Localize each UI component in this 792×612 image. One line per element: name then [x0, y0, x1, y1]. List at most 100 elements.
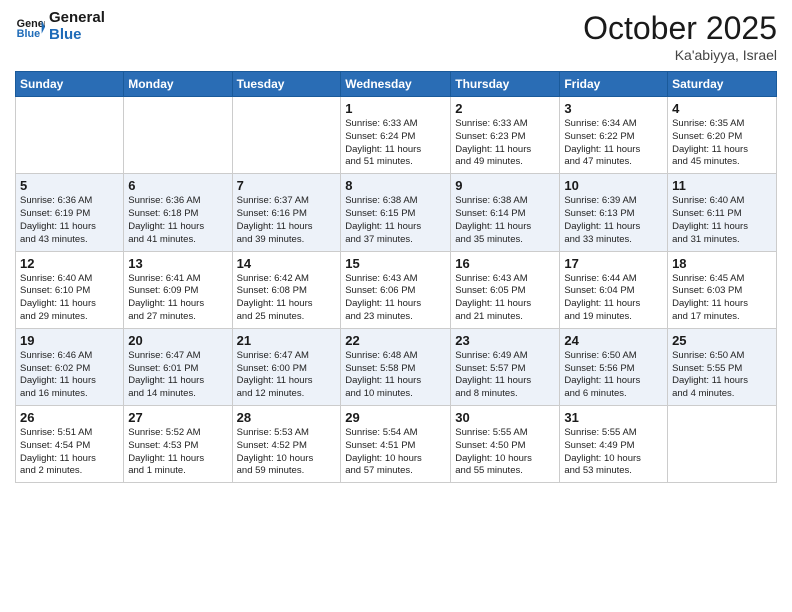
day-info: Sunrise: 6:37 AM Sunset: 6:16 PM Dayligh…	[237, 195, 337, 246]
day-number: 4	[672, 101, 772, 116]
day-number: 18	[672, 256, 772, 271]
day-info: Sunrise: 6:38 AM Sunset: 6:15 PM Dayligh…	[345, 195, 446, 246]
table-row: 30 Sunrise: 5:55 AM Sunset: 4:50 PM Dayli…	[451, 406, 560, 483]
day-number: 17	[564, 256, 663, 271]
table-row: 29 Sunrise: 5:54 AM Sunset: 4:51 PM Dayli…	[341, 406, 451, 483]
page-header: General Blue General Blue October 2025 K…	[15, 10, 777, 63]
day-info: Sunrise: 6:35 AM Sunset: 6:20 PM Dayligh…	[672, 118, 772, 169]
day-number: 25	[672, 333, 772, 348]
table-row: 16 Sunrise: 6:43 AM Sunset: 6:05 PM Dayli…	[451, 251, 560, 328]
table-row: 28 Sunrise: 5:53 AM Sunset: 4:52 PM Dayli…	[232, 406, 341, 483]
calendar-header-monday: Monday	[124, 72, 232, 97]
logo-icon: General Blue	[15, 12, 45, 42]
month-title: October 2025	[583, 10, 777, 47]
table-row: 12 Sunrise: 6:40 AM Sunset: 6:10 PM Dayli…	[16, 251, 124, 328]
calendar-header-saturday: Saturday	[668, 72, 777, 97]
calendar-header-friday: Friday	[560, 72, 668, 97]
table-row: 22 Sunrise: 6:48 AM Sunset: 5:58 PM Dayli…	[341, 328, 451, 405]
table-row: 4 Sunrise: 6:35 AM Sunset: 6:20 PM Daylig…	[668, 97, 777, 174]
day-info: Sunrise: 5:52 AM Sunset: 4:53 PM Dayligh…	[128, 427, 227, 478]
day-number: 16	[455, 256, 555, 271]
table-row: 14 Sunrise: 6:42 AM Sunset: 6:08 PM Dayli…	[232, 251, 341, 328]
table-row: 7 Sunrise: 6:37 AM Sunset: 6:16 PM Daylig…	[232, 174, 341, 251]
title-block: October 2025 Ka'abiyya, Israel	[583, 10, 777, 63]
table-row: 13Sunrise: 6:41 AM Sunset: 6:09 PM Dayli…	[124, 251, 232, 328]
day-number: 21	[237, 333, 337, 348]
day-info: Sunrise: 6:42 AM Sunset: 6:08 PM Dayligh…	[237, 273, 337, 324]
table-row: 15 Sunrise: 6:43 AM Sunset: 6:06 PM Dayli…	[341, 251, 451, 328]
day-number: 2	[455, 101, 555, 116]
day-info: Sunrise: 6:45 AM Sunset: 6:03 PM Dayligh…	[672, 273, 772, 324]
calendar-header-tuesday: Tuesday	[232, 72, 341, 97]
day-info: Sunrise: 6:40 AM Sunset: 6:10 PM Dayligh…	[20, 273, 119, 324]
calendar-header-wednesday: Wednesday	[341, 72, 451, 97]
table-row: 18 Sunrise: 6:45 AM Sunset: 6:03 PM Dayli…	[668, 251, 777, 328]
table-row: 31 Sunrise: 5:55 AM Sunset: 4:49 PM Dayli…	[560, 406, 668, 483]
day-info: Sunrise: 6:47 AM Sunset: 6:00 PM Dayligh…	[237, 350, 337, 401]
day-number: 11	[672, 178, 772, 193]
day-info: Sunrise: 6:36 AM Sunset: 6:19 PM Dayligh…	[20, 195, 119, 246]
calendar-week-row: 19 Sunrise: 6:46 AM Sunset: 6:02 PM Dayli…	[16, 328, 777, 405]
day-number: 14	[237, 256, 337, 271]
day-info: Sunrise: 6:38 AM Sunset: 6:14 PM Dayligh…	[455, 195, 555, 246]
day-info: Sunrise: 5:53 AM Sunset: 4:52 PM Dayligh…	[237, 427, 337, 478]
table-row: 17 Sunrise: 6:44 AM Sunset: 6:04 PM Dayli…	[560, 251, 668, 328]
day-number: 26	[20, 410, 119, 425]
day-info: Sunrise: 6:43 AM Sunset: 6:05 PM Dayligh…	[455, 273, 555, 324]
table-row: 25Sunrise: 6:50 AM Sunset: 5:55 PM Dayli…	[668, 328, 777, 405]
day-info: Sunrise: 5:54 AM Sunset: 4:51 PM Dayligh…	[345, 427, 446, 478]
day-number: 29	[345, 410, 446, 425]
calendar-table: SundayMondayTuesdayWednesdayThursdayFrid…	[15, 71, 777, 483]
table-row: 10 Sunrise: 6:39 AM Sunset: 6:13 PM Dayli…	[560, 174, 668, 251]
day-number: 19	[20, 333, 119, 348]
day-number: 6	[128, 178, 227, 193]
day-info: Sunrise: 6:40 AM Sunset: 6:11 PM Dayligh…	[672, 195, 772, 246]
table-row: 3 Sunrise: 6:34 AM Sunset: 6:22 PM Daylig…	[560, 97, 668, 174]
day-info: Sunrise: 6:39 AM Sunset: 6:13 PM Dayligh…	[564, 195, 663, 246]
day-number: 10	[564, 178, 663, 193]
day-number: 8	[345, 178, 446, 193]
day-number: 31	[564, 410, 663, 425]
table-row	[668, 406, 777, 483]
day-number: 7	[237, 178, 337, 193]
table-row	[16, 97, 124, 174]
table-row: 5Sunrise: 6:36 AM Sunset: 6:19 PM Daylig…	[16, 174, 124, 251]
calendar-header-thursday: Thursday	[451, 72, 560, 97]
day-info: Sunrise: 6:46 AM Sunset: 6:02 PM Dayligh…	[20, 350, 119, 401]
day-info: Sunrise: 6:48 AM Sunset: 5:58 PM Dayligh…	[345, 350, 446, 401]
location-subtitle: Ka'abiyya, Israel	[583, 47, 777, 63]
day-info: Sunrise: 6:50 AM Sunset: 5:56 PM Dayligh…	[564, 350, 663, 401]
day-number: 24	[564, 333, 663, 348]
day-number: 20	[128, 333, 227, 348]
day-number: 22	[345, 333, 446, 348]
day-info: Sunrise: 5:55 AM Sunset: 4:49 PM Dayligh…	[564, 427, 663, 478]
day-number: 28	[237, 410, 337, 425]
table-row: 9Sunrise: 6:38 AM Sunset: 6:14 PM Daylig…	[451, 174, 560, 251]
day-info: Sunrise: 5:55 AM Sunset: 4:50 PM Dayligh…	[455, 427, 555, 478]
logo: General Blue General Blue	[15, 10, 105, 43]
day-info: Sunrise: 6:36 AM Sunset: 6:18 PM Dayligh…	[128, 195, 227, 246]
day-number: 15	[345, 256, 446, 271]
table-row	[124, 97, 232, 174]
table-row: 1 Sunrise: 6:33 AM Sunset: 6:24 PM Daylig…	[341, 97, 451, 174]
day-info: Sunrise: 6:34 AM Sunset: 6:22 PM Dayligh…	[564, 118, 663, 169]
day-info: Sunrise: 6:47 AM Sunset: 6:01 PM Dayligh…	[128, 350, 227, 401]
day-number: 12	[20, 256, 119, 271]
table-row: 11 Sunrise: 6:40 AM Sunset: 6:11 PM Dayli…	[668, 174, 777, 251]
day-info: Sunrise: 6:43 AM Sunset: 6:06 PM Dayligh…	[345, 273, 446, 324]
table-row	[232, 97, 341, 174]
table-row: 24 Sunrise: 6:50 AM Sunset: 5:56 PM Dayli…	[560, 328, 668, 405]
table-row: 26Sunrise: 5:51 AM Sunset: 4:54 PM Dayli…	[16, 406, 124, 483]
logo-blue: Blue	[49, 27, 105, 44]
day-number: 30	[455, 410, 555, 425]
calendar-header-sunday: Sunday	[16, 72, 124, 97]
day-number: 1	[345, 101, 446, 116]
table-row: 6 Sunrise: 6:36 AM Sunset: 6:18 PM Daylig…	[124, 174, 232, 251]
calendar-week-row: 1 Sunrise: 6:33 AM Sunset: 6:24 PM Daylig…	[16, 97, 777, 174]
day-info: Sunrise: 6:41 AM Sunset: 6:09 PM Dayligh…	[128, 273, 227, 324]
day-info: Sunrise: 6:44 AM Sunset: 6:04 PM Dayligh…	[564, 273, 663, 324]
day-number: 27	[128, 410, 227, 425]
day-number: 3	[564, 101, 663, 116]
day-info: Sunrise: 6:49 AM Sunset: 5:57 PM Dayligh…	[455, 350, 555, 401]
day-info: Sunrise: 6:33 AM Sunset: 6:24 PM Dayligh…	[345, 118, 446, 169]
